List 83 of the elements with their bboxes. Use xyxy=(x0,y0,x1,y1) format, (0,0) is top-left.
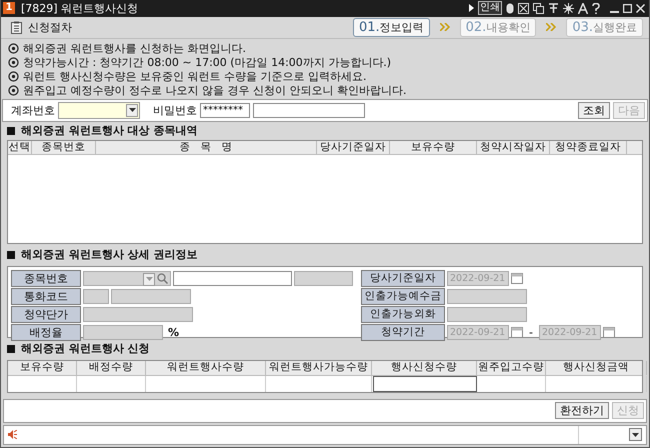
notice-text: 청약가능시간 : 청약기간 08:00 ~ 17:00 (마감일 14:00까지 가능합니다.) xyxy=(23,54,392,70)
section-title: 해외증권 워런트행사 신청 xyxy=(21,341,150,356)
field-label: 인출가능외화 xyxy=(361,306,445,323)
date-field[interactable]: 2022-09-21 xyxy=(447,270,509,286)
notice-text: 원주입고 예정수량이 정수로 나오지 않을 경우 신청이 안되오니 확인바랍니다. xyxy=(23,82,406,98)
sun-icon[interactable] xyxy=(563,2,574,14)
input-field[interactable] xyxy=(447,288,527,304)
input-field[interactable] xyxy=(83,324,163,340)
section-title: 해외증권 워런트행사 상세 권리정보 xyxy=(21,247,198,262)
column-header: 당사기준일자 xyxy=(317,141,390,154)
password-field[interactable]: ******** xyxy=(200,102,250,118)
input-field[interactable] xyxy=(83,306,193,322)
field-label: 인출가능예수금 xyxy=(361,288,445,305)
column-header: 행사신청수량 xyxy=(372,360,477,375)
input-field[interactable] xyxy=(83,288,109,304)
search-icon[interactable] xyxy=(157,272,168,284)
square-icon xyxy=(7,126,15,135)
input-field[interactable] xyxy=(111,288,191,304)
date-field[interactable]: 2022-09-21 xyxy=(447,324,509,340)
column-header: 종 목 명 xyxy=(96,141,317,154)
action-button[interactable]: 조회 xyxy=(578,102,610,119)
section-title: 해외증권 워런트행사 대상 종목내역 xyxy=(21,123,198,138)
chevron-icon xyxy=(546,23,556,32)
square-icon xyxy=(7,344,15,353)
column-header: 원주입고수량 xyxy=(477,360,546,375)
procedure-title: 신청절차 xyxy=(28,20,72,35)
speaker-icon xyxy=(8,430,17,440)
notice-text: 워런트 행사신청수량은 보유중인 워런트 수량을 기준으로 입력하세요. xyxy=(23,68,366,84)
field-label: 종목번호 xyxy=(11,270,81,287)
calendar-icon[interactable] xyxy=(602,326,615,338)
column-header: 선택 xyxy=(8,141,32,154)
bullet-icon xyxy=(8,42,19,54)
window-title: [7829] 워런트행사신청 xyxy=(21,0,138,16)
mouse-icon[interactable] xyxy=(506,2,514,14)
window-icon[interactable] xyxy=(518,2,529,14)
dropdown-button[interactable] xyxy=(126,104,138,117)
close-icon[interactable] xyxy=(636,4,645,13)
field-label: 청약기간 xyxy=(361,324,445,341)
calendar-icon[interactable] xyxy=(511,326,523,338)
column-header: 보유수량 xyxy=(8,360,77,375)
copy-icon[interactable] xyxy=(533,2,544,14)
maximize-icon[interactable] xyxy=(623,4,632,13)
help-icon[interactable] xyxy=(592,2,600,14)
account-label: 계좌번호 xyxy=(11,102,55,118)
column-header: 종목번호 xyxy=(32,141,96,154)
clipboard-icon xyxy=(11,20,22,34)
field-label: 통화코드 xyxy=(11,288,81,305)
column-header: 워런트행사가능수량 xyxy=(266,360,372,375)
field-label: 당사기준일자 xyxy=(361,270,445,287)
input-field[interactable] xyxy=(253,102,365,118)
caret-icon xyxy=(632,432,639,437)
field-label: 청약단가 xyxy=(11,306,81,323)
triangle-icon[interactable] xyxy=(469,4,474,12)
date-field[interactable]: 2022-09-21 xyxy=(538,324,601,340)
column-header: 행사신청금액 xyxy=(546,360,647,375)
caret-icon xyxy=(146,277,152,282)
column-header: 워런트행사수량 xyxy=(146,360,266,375)
bullet-icon xyxy=(8,70,19,82)
field-label: 배정율 xyxy=(11,324,81,341)
range-separator: - xyxy=(529,326,533,339)
pin-icon[interactable] xyxy=(548,2,559,14)
column-header: 보유수량 xyxy=(390,141,477,154)
font-icon[interactable] xyxy=(578,2,588,14)
window-badge: 1 xyxy=(3,2,15,14)
calendar-icon[interactable] xyxy=(511,272,523,284)
print-button[interactable]: 인쇄 xyxy=(478,1,502,16)
column-header: 배정수량 xyxy=(77,360,146,375)
action-button[interactable]: 환전하기 xyxy=(555,402,609,420)
bullet-icon xyxy=(8,56,19,68)
notice-text: 해외증권 워런트행사를 신청하는 화면입니다. xyxy=(23,40,246,56)
chevron-icon xyxy=(440,23,450,32)
input-field[interactable] xyxy=(294,270,353,286)
percent-sign: % xyxy=(168,326,180,339)
caret-icon xyxy=(128,108,136,112)
bullet-icon xyxy=(8,84,19,96)
square-icon xyxy=(7,250,15,259)
column-header: 청약종료일자 xyxy=(550,141,627,154)
dropdown-button[interactable] xyxy=(629,428,642,442)
code-combo[interactable] xyxy=(83,270,171,286)
name-field[interactable] xyxy=(173,270,292,286)
column-header: 청약시작일자 xyxy=(477,141,550,154)
input-field[interactable] xyxy=(447,306,527,322)
password-label: 비밀번호 xyxy=(153,102,197,118)
